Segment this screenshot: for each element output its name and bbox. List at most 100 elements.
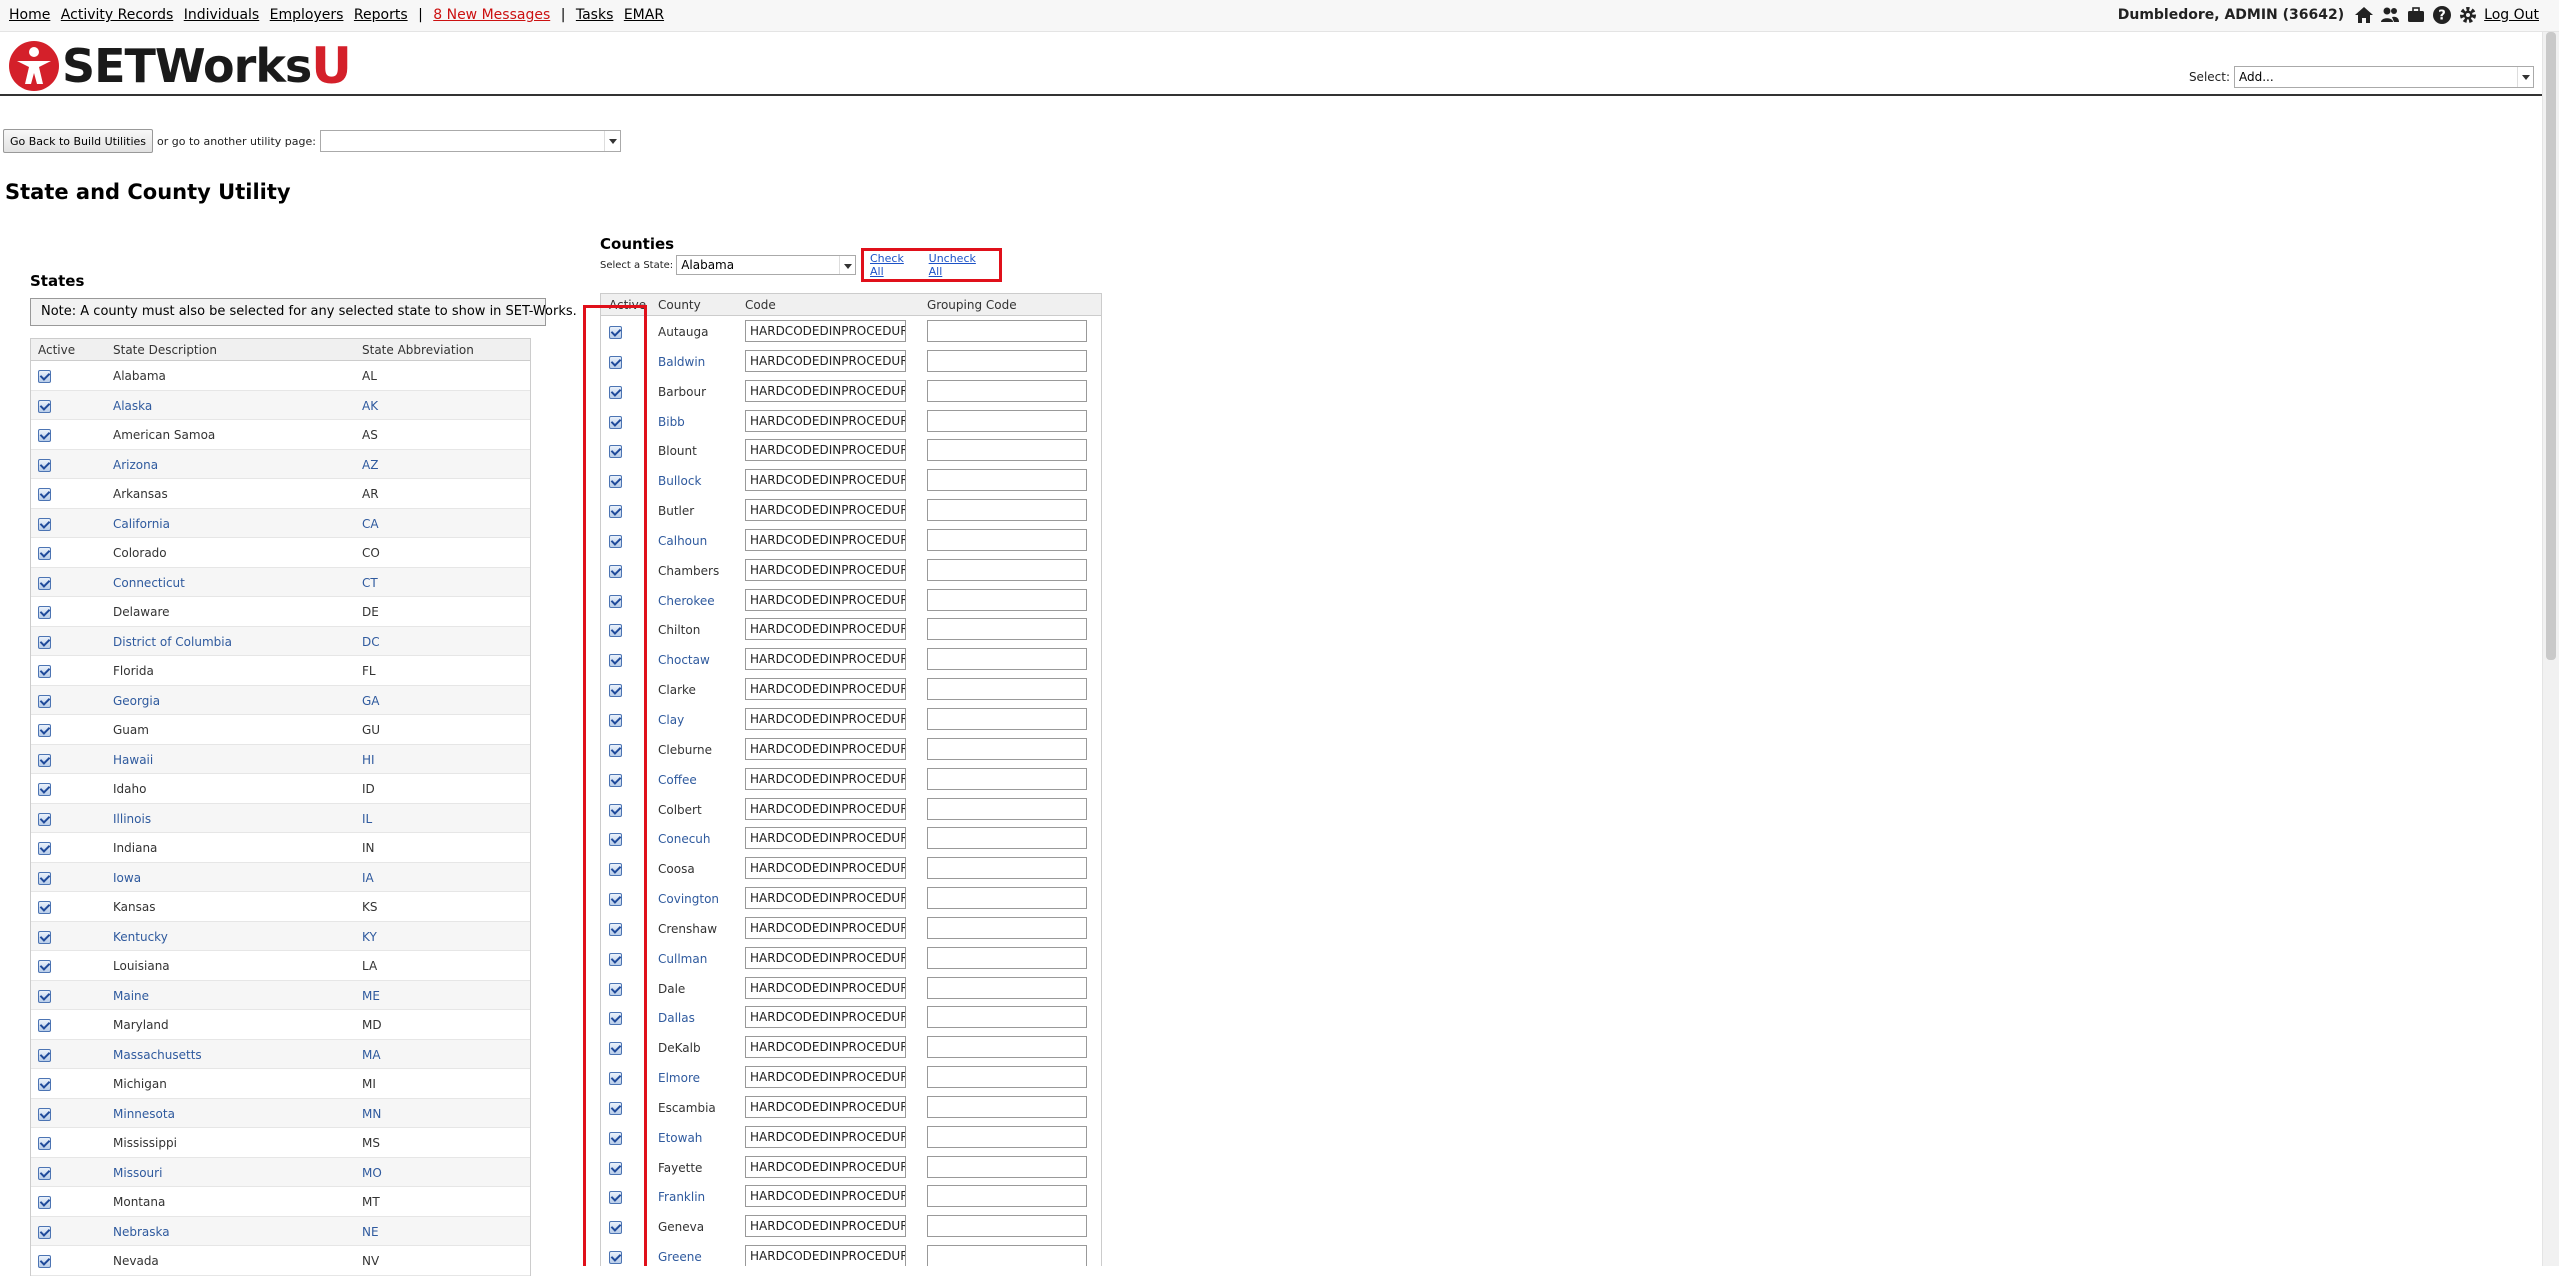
county-code-input[interactable]: HARDCODEDINPROCEDURE (745, 767, 906, 790)
county-code-input[interactable]: HARDCODEDINPROCEDURE (745, 827, 906, 850)
county-code-input[interactable]: HARDCODEDINPROCEDURE (745, 1245, 906, 1266)
county-code-input[interactable]: HARDCODEDINPROCEDURE (745, 588, 906, 611)
page-scrollbar[interactable] (2542, 32, 2559, 1266)
state-active-checkbox[interactable] (38, 930, 51, 944)
county-active-checkbox[interactable] (609, 1191, 622, 1205)
help-icon[interactable]: ? (2432, 5, 2452, 25)
county-active-checkbox[interactable] (609, 624, 622, 638)
column-header-active[interactable]: Active (38, 343, 75, 357)
county-code-input[interactable]: HARDCODEDINPROCEDURE (745, 618, 906, 641)
grouping-code-input[interactable] (927, 678, 1087, 701)
state-active-checkbox[interactable] (38, 665, 51, 678)
grouping-code-input[interactable] (927, 349, 1087, 372)
grouping-code-input[interactable] (927, 976, 1087, 999)
county-active-checkbox[interactable] (609, 803, 622, 817)
county-active-checkbox[interactable] (609, 952, 622, 966)
grouping-code-input[interactable] (927, 946, 1087, 969)
county-code-input[interactable]: HARDCODEDINPROCEDURE (745, 349, 906, 372)
logout-link[interactable]: Log Out (2484, 7, 2539, 23)
county-active-checkbox[interactable] (609, 863, 622, 877)
county-code-input[interactable]: HARDCODEDINPROCEDURE (745, 1036, 906, 1059)
state-active-checkbox[interactable] (38, 606, 51, 619)
state-active-checkbox[interactable] (38, 1137, 51, 1150)
column-header-code[interactable]: Code (745, 298, 776, 312)
grouping-code-input[interactable] (927, 827, 1087, 850)
state-active-checkbox[interactable] (38, 960, 51, 973)
county-code-input[interactable]: HARDCODEDINPROCEDURE (745, 1155, 906, 1178)
state-active-checkbox[interactable] (38, 488, 51, 501)
county-code-input[interactable]: HARDCODEDINPROCEDURE (745, 887, 906, 910)
state-active-checkbox[interactable] (38, 989, 51, 1003)
nav-activity-records-link[interactable]: Activity Records (61, 7, 173, 23)
grouping-code-input[interactable] (927, 558, 1087, 581)
nav-messages-link[interactable]: 8 New Messages (433, 7, 550, 23)
state-active-checkbox[interactable] (38, 1048, 51, 1062)
county-active-checkbox[interactable] (609, 1012, 622, 1026)
grouping-code-input[interactable] (927, 1125, 1087, 1148)
grouping-code-input[interactable] (927, 797, 1087, 820)
county-code-input[interactable]: HARDCODEDINPROCEDURE (745, 737, 906, 760)
state-active-checkbox[interactable] (38, 1107, 51, 1121)
grouping-code-input[interactable] (927, 1155, 1087, 1178)
grouping-code-input[interactable] (927, 320, 1087, 342)
county-code-input[interactable]: HARDCODEDINPROCEDURE (745, 916, 906, 939)
county-code-input[interactable]: HARDCODEDINPROCEDURE (745, 707, 906, 730)
county-code-input[interactable]: HARDCODEDINPROCEDURE (745, 558, 906, 581)
grouping-code-input[interactable] (927, 1215, 1087, 1238)
column-header-active[interactable]: Active (609, 298, 646, 312)
county-code-input[interactable]: HARDCODEDINPROCEDURE (745, 379, 906, 402)
county-code-input[interactable]: HARDCODEDINPROCEDURE (745, 678, 906, 701)
grouping-code-input[interactable] (927, 1006, 1087, 1029)
county-active-checkbox[interactable] (609, 355, 622, 369)
grouping-code-input[interactable] (927, 648, 1087, 671)
county-code-input[interactable]: HARDCODEDINPROCEDURE (745, 1185, 906, 1208)
grouping-code-input[interactable] (927, 916, 1087, 939)
county-code-input[interactable]: HARDCODEDINPROCEDURE (745, 648, 906, 671)
users-icon[interactable] (2380, 5, 2400, 25)
briefcase-icon[interactable] (2406, 5, 2426, 25)
state-active-checkbox[interactable] (38, 1225, 51, 1239)
home-icon[interactable] (2354, 5, 2374, 25)
county-code-input[interactable]: HARDCODEDINPROCEDURE (745, 1066, 906, 1089)
county-code-input[interactable]: HARDCODEDINPROCEDURE (745, 1095, 906, 1118)
county-active-checkbox[interactable] (609, 713, 622, 727)
state-select[interactable]: Alabama (676, 255, 857, 275)
county-active-checkbox[interactable] (609, 743, 622, 757)
nav-tasks-link[interactable]: Tasks (576, 7, 614, 23)
grouping-code-input[interactable] (927, 469, 1087, 492)
county-active-checkbox[interactable] (609, 833, 622, 847)
county-code-input[interactable]: HARDCODEDINPROCEDURE (745, 976, 906, 999)
county-active-checkbox[interactable] (609, 893, 622, 907)
county-active-checkbox[interactable] (609, 1101, 622, 1115)
gear-icon[interactable] (2458, 5, 2478, 25)
grouping-code-input[interactable] (927, 767, 1087, 790)
grouping-code-input[interactable] (927, 588, 1087, 611)
county-active-checkbox[interactable] (609, 594, 622, 608)
column-header-grouping-code[interactable]: Grouping Code (927, 298, 1017, 312)
county-code-input[interactable]: HARDCODEDINPROCEDURE (745, 499, 906, 522)
column-header-county[interactable]: County (658, 298, 701, 312)
county-code-input[interactable]: HARDCODEDINPROCEDURE (745, 1215, 906, 1238)
state-active-checkbox[interactable] (38, 399, 51, 413)
state-active-checkbox[interactable] (38, 871, 51, 885)
utility-page-select[interactable] (319, 130, 621, 152)
column-header-state-abbreviation[interactable]: State Abbreviation (362, 343, 474, 357)
grouping-code-input[interactable] (927, 618, 1087, 641)
grouping-code-input[interactable] (927, 499, 1087, 522)
state-active-checkbox[interactable] (38, 694, 51, 708)
county-code-input[interactable]: HARDCODEDINPROCEDURE (745, 1125, 906, 1148)
back-to-build-utilities-button[interactable]: Go Back to Build Utilities (3, 129, 154, 153)
county-active-checkbox[interactable] (609, 564, 622, 578)
state-active-checkbox[interactable] (38, 576, 51, 590)
check-all-link[interactable]: Check All (870, 252, 915, 278)
scrollbar-thumb[interactable] (2546, 32, 2556, 660)
county-active-checkbox[interactable] (609, 684, 622, 698)
county-code-input[interactable]: HARDCODEDINPROCEDURE (745, 857, 906, 880)
county-active-checkbox[interactable] (609, 1251, 622, 1265)
column-header-state-description[interactable]: State Description (113, 343, 217, 357)
grouping-code-input[interactable] (927, 887, 1087, 910)
grouping-code-input[interactable] (927, 439, 1087, 462)
county-code-input[interactable]: HARDCODEDINPROCEDURE (745, 1006, 906, 1029)
county-active-checkbox[interactable] (609, 505, 622, 519)
grouping-code-input[interactable] (927, 1245, 1087, 1266)
